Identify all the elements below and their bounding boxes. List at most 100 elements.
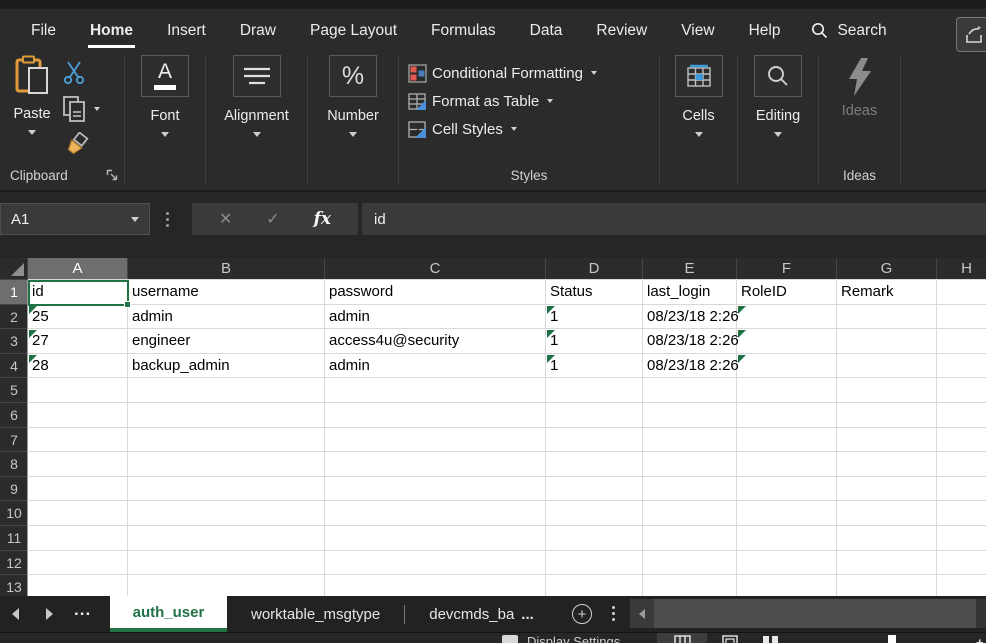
zoom-in-icon[interactable]: + xyxy=(976,635,984,643)
column-header-C[interactable]: C xyxy=(325,258,546,280)
clipboard-dialog-launcher-icon[interactable] xyxy=(106,169,118,181)
cell-C3[interactable]: access4u@security xyxy=(329,329,459,354)
menu-item-page-layout[interactable]: Page Layout xyxy=(293,9,414,52)
horizontal-scrollbar[interactable] xyxy=(654,599,986,628)
cell-E2[interactable]: 08/23/18 2:26 xyxy=(647,305,739,330)
tab-scroll-right-icon[interactable] xyxy=(46,608,53,620)
row-header-13[interactable]: 13 xyxy=(0,575,28,596)
menu-item-review[interactable]: Review xyxy=(579,9,664,52)
cell-styles-dropdown-arrow[interactable] xyxy=(511,127,517,131)
cell-F1[interactable]: RoleID xyxy=(741,280,787,305)
column-header-A[interactable]: A xyxy=(28,258,128,280)
number-group[interactable]: % Number xyxy=(308,52,398,188)
zoom-slider-thumb[interactable] xyxy=(888,635,896,643)
menu-item-home[interactable]: Home xyxy=(73,9,150,52)
share-button[interactable] xyxy=(956,17,986,52)
column-header-H[interactable]: H xyxy=(937,258,986,280)
ideas-lightning-icon[interactable] xyxy=(843,57,877,97)
alignment-group[interactable]: Alignment xyxy=(206,52,307,188)
conditional-formatting-dropdown-arrow[interactable] xyxy=(591,71,597,75)
search-box[interactable]: Search xyxy=(811,9,886,52)
cells-dropdown-arrow[interactable] xyxy=(695,132,703,137)
row-header-4[interactable]: 4 xyxy=(0,354,28,379)
tab-scroll-left-icon[interactable] xyxy=(12,608,19,620)
menu-item-draw[interactable]: Draw xyxy=(223,9,293,52)
cell-B1[interactable]: username xyxy=(132,280,199,305)
row-header-10[interactable]: 10 xyxy=(0,501,28,526)
row-header-7[interactable]: 7 xyxy=(0,428,28,453)
cell-E3[interactable]: 08/23/18 2:26 xyxy=(647,329,739,354)
menu-item-file[interactable]: File xyxy=(14,9,73,52)
horizontal-scroll-left-button[interactable] xyxy=(630,599,654,628)
cell-E1[interactable]: last_login xyxy=(647,280,710,305)
cell-D1[interactable]: Status xyxy=(550,280,593,305)
sheet-tab-devcmds_ba[interactable]: devcmds_ba... xyxy=(405,596,558,632)
ideas-button-label[interactable]: Ideas xyxy=(842,103,877,119)
font-group[interactable]: A Font xyxy=(125,52,205,188)
paste-dropdown-arrow[interactable] xyxy=(28,130,36,135)
cell-B2[interactable]: admin xyxy=(132,305,173,330)
alignment-dropdown-arrow[interactable] xyxy=(253,132,261,137)
insert-function-icon[interactable]: fx xyxy=(314,209,331,229)
formula-bar-drag-handle[interactable] xyxy=(166,212,169,227)
menu-item-insert[interactable]: Insert xyxy=(150,9,223,52)
cells-group[interactable]: Cells xyxy=(660,52,737,188)
paste-button[interactable]: Paste xyxy=(6,55,58,135)
editing-dropdown-arrow[interactable] xyxy=(774,132,782,137)
column-header-D[interactable]: D xyxy=(546,258,643,280)
format-painter-icon[interactable] xyxy=(62,132,90,158)
menu-item-data[interactable]: Data xyxy=(513,9,580,52)
conditional-formatting-button[interactable]: Conditional Formatting xyxy=(399,59,659,87)
fill-handle[interactable] xyxy=(124,301,131,308)
cell-E4[interactable]: 08/23/18 2:26 xyxy=(647,354,739,379)
row-header-8[interactable]: 8 xyxy=(0,452,28,477)
row-header-6[interactable]: 6 xyxy=(0,403,28,428)
column-header-G[interactable]: G xyxy=(837,258,937,280)
column-header-E[interactable]: E xyxy=(643,258,737,280)
sheet-tab-auth_user[interactable]: auth_user xyxy=(110,596,227,632)
font-dropdown-arrow[interactable] xyxy=(161,132,169,137)
cell-C1[interactable]: password xyxy=(329,280,393,305)
formula-input[interactable]: id xyxy=(362,203,986,235)
new-sheet-button[interactable]: + xyxy=(572,604,592,624)
sheet-tab-worktable_msgtype[interactable]: worktable_msgtype xyxy=(227,596,404,632)
row-header-1[interactable]: 1 xyxy=(0,280,28,305)
number-dropdown-arrow[interactable] xyxy=(349,132,357,137)
spreadsheet-grid[interactable]: ABCDEFGH12345678910111213idusernamepassw… xyxy=(0,258,986,596)
horizontal-scrollbar-thumb[interactable] xyxy=(654,599,976,628)
cell-styles-button[interactable]: Cell Styles xyxy=(399,115,659,143)
column-header-F[interactable]: F xyxy=(737,258,837,280)
enter-icon[interactable]: ✓ xyxy=(266,209,279,229)
tab-bar-more-icon[interactable] xyxy=(612,606,615,621)
row-header-5[interactable]: 5 xyxy=(0,378,28,403)
row-header-12[interactable]: 12 xyxy=(0,551,28,576)
display-settings-label[interactable]: Display Settings xyxy=(527,634,620,643)
copy-button[interactable] xyxy=(62,95,100,123)
cancel-icon[interactable]: ✕ xyxy=(219,209,232,229)
row-header-2[interactable]: 2 xyxy=(0,305,28,330)
row-header-11[interactable]: 11 xyxy=(0,526,28,551)
copy-dropdown-arrow[interactable] xyxy=(94,107,100,111)
editing-group[interactable]: Editing xyxy=(738,52,818,188)
menu-item-help[interactable]: Help xyxy=(732,9,798,52)
page-break-view-icon[interactable] xyxy=(762,635,779,643)
selected-cell-outline[interactable] xyxy=(28,280,129,306)
select-all-corner[interactable] xyxy=(0,258,28,280)
menu-item-formulas[interactable]: Formulas xyxy=(414,9,513,52)
format-as-table-button[interactable]: Format as Table xyxy=(399,87,659,115)
format-as-table-dropdown-arrow[interactable] xyxy=(547,99,553,103)
menu-item-view[interactable]: View xyxy=(664,9,731,52)
cell-B4[interactable]: backup_admin xyxy=(132,354,230,379)
normal-view-icon[interactable] xyxy=(674,635,691,643)
cell-C4[interactable]: admin xyxy=(329,354,370,379)
column-header-B[interactable]: B xyxy=(128,258,325,280)
cut-icon[interactable] xyxy=(62,60,86,86)
display-settings-icon[interactable] xyxy=(502,635,518,643)
cell-G1[interactable]: Remark xyxy=(841,280,894,305)
cell-B3[interactable]: engineer xyxy=(132,329,190,354)
page-layout-view-icon[interactable] xyxy=(722,635,738,643)
tab-overflow-ellipsis[interactable]: ... xyxy=(74,600,91,620)
name-box-dropdown-arrow[interactable] xyxy=(131,217,139,222)
row-header-9[interactable]: 9 xyxy=(0,477,28,502)
name-box[interactable]: A1 xyxy=(0,203,150,235)
